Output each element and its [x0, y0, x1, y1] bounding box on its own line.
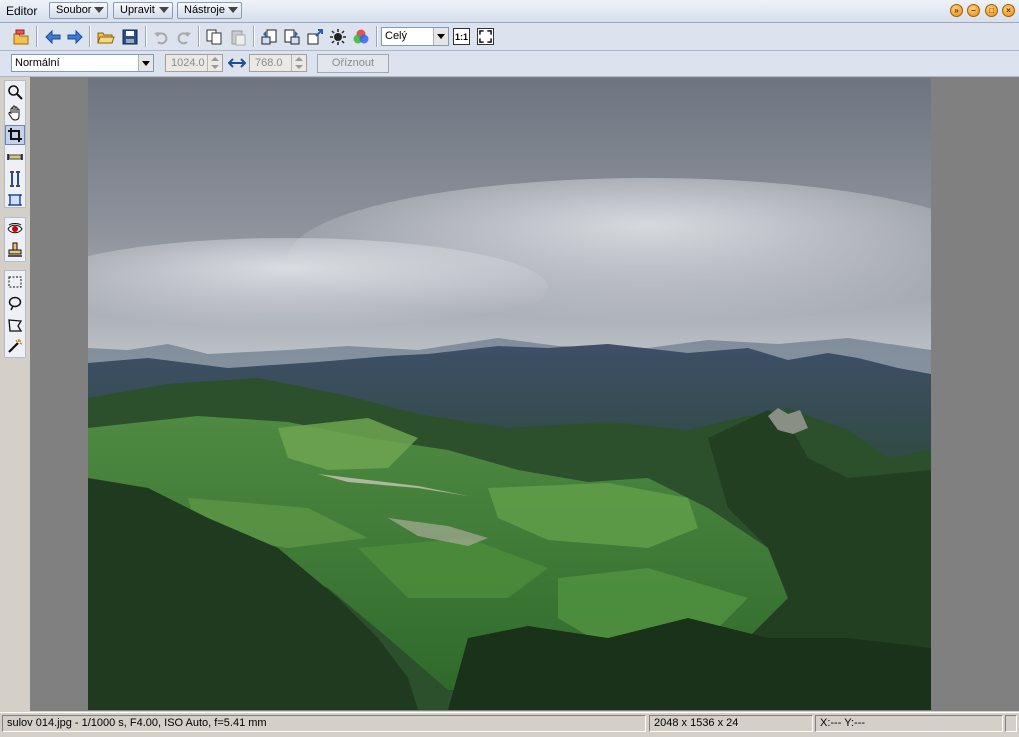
zoom-value: Celý — [385, 30, 408, 42]
undo-icon — [153, 31, 167, 44]
redo-button[interactable] — [173, 26, 194, 47]
image-canvas[interactable] — [30, 77, 1019, 711]
hand-icon — [8, 105, 20, 121]
previous-button[interactable] — [42, 26, 63, 47]
resize-icon — [307, 28, 323, 44]
arrow-left-icon — [44, 29, 60, 44]
image-dimensions: 2048 x 1536 x 24 — [649, 715, 813, 732]
menu-nastroje-label: Nástroje — [184, 4, 225, 16]
fullscreen-icon — [479, 30, 492, 43]
lasso-select-tool[interactable] — [6, 316, 24, 334]
title-bar: Editor Soubor Upravit Nástroje » – □ × — [0, 0, 1019, 23]
tool-group-selection — [4, 270, 26, 358]
menu-upravit-label: Upravit — [120, 4, 155, 16]
vertical-ruler-icon — [10, 171, 20, 187]
rotate-right-button[interactable] — [281, 26, 302, 47]
crop-button[interactable]: Oříznout — [317, 54, 389, 73]
open-folder-icon — [96, 32, 115, 43]
close-button[interactable]: × — [1002, 4, 1015, 17]
zoom-select[interactable]: Celý — [381, 27, 449, 46]
rotate-left-button[interactable] — [258, 26, 279, 47]
color-wheel-icon — [353, 29, 368, 43]
pan-tool[interactable] — [6, 104, 24, 122]
spin-arrows-icon[interactable] — [207, 55, 222, 71]
red-eye-tool[interactable] — [6, 220, 24, 238]
app-title: Editor — [6, 4, 38, 18]
save-button[interactable] — [119, 26, 140, 47]
resize-grip[interactable] — [1005, 715, 1017, 732]
collapse-button[interactable]: » — [950, 4, 963, 17]
arrow-right-icon — [67, 29, 83, 44]
width-height-link-icon[interactable] — [228, 56, 246, 70]
browse-folder-button[interactable] — [10, 26, 31, 47]
width-spinner[interactable]: 1024.0 — [165, 54, 223, 72]
menu-soubor[interactable]: Soubor — [49, 2, 108, 19]
brightness-button[interactable] — [327, 26, 348, 47]
copy-button[interactable] — [203, 26, 224, 47]
actual-size-label: 1:1 — [454, 31, 468, 42]
chevron-down-icon — [159, 7, 169, 13]
magic-wand-tool[interactable] — [6, 337, 24, 355]
paste-button[interactable] — [227, 26, 248, 47]
paste-icon — [231, 30, 245, 45]
chevron-down-icon — [94, 7, 104, 13]
undo-button[interactable] — [150, 26, 171, 47]
fullscreen-button[interactable] — [477, 28, 494, 45]
height-value: 768.0 — [255, 57, 283, 69]
status-bar: sulov 014.jpg - 1/1000 s, F4.00, ISO Aut… — [0, 712, 1019, 737]
chevron-down-icon — [228, 7, 238, 13]
magic-wand-icon — [8, 339, 23, 353]
height-spinner[interactable]: 768.0 — [249, 54, 307, 72]
photo-image — [88, 78, 931, 710]
tool-palette — [0, 77, 30, 711]
restore-button[interactable]: □ — [985, 4, 998, 17]
magnifier-icon — [8, 85, 23, 100]
horizontal-measure-tool[interactable] — [6, 148, 24, 166]
menu-soubor-label: Soubor — [56, 4, 92, 16]
menu-nastroje[interactable]: Nástroje — [177, 2, 242, 19]
ellipse-select-tool[interactable] — [6, 294, 24, 312]
zoom-tool[interactable] — [6, 83, 24, 101]
copy-icon — [206, 29, 221, 44]
stamp-icon — [8, 242, 22, 257]
ellipse-select-icon — [8, 296, 22, 311]
rect-select-tool[interactable] — [6, 273, 24, 291]
horizontal-ruler-icon — [7, 154, 23, 160]
tool-group-retouch — [4, 217, 26, 262]
chevron-down-icon — [433, 28, 448, 45]
crop-tool[interactable] — [5, 125, 25, 145]
frame-tool[interactable] — [6, 191, 24, 209]
cursor-coordinates: X:--- Y:--- — [815, 715, 1003, 732]
menu-upravit[interactable]: Upravit — [113, 2, 173, 19]
spin-arrows-icon[interactable] — [291, 55, 306, 71]
rotate-left-icon — [261, 29, 276, 44]
next-button[interactable] — [64, 26, 85, 47]
resize-button[interactable] — [304, 26, 325, 47]
frame-icon — [8, 194, 22, 206]
redo-icon — [177, 31, 191, 44]
rotate-right-icon — [284, 29, 299, 44]
options-bar: Normální 1024.0 768.0 Oříznout — [0, 51, 1019, 77]
eye-icon — [7, 223, 23, 234]
mode-select[interactable]: Normální — [11, 54, 154, 72]
clone-stamp-tool[interactable] — [6, 241, 24, 259]
crop-icon — [8, 128, 22, 142]
lasso-icon — [8, 319, 23, 332]
vertical-measure-tool[interactable] — [6, 170, 24, 188]
tool-group-view — [4, 80, 26, 208]
actual-size-button[interactable]: 1:1 — [453, 28, 470, 45]
mode-value: Normální — [15, 57, 60, 69]
landscape-photo[interactable] — [88, 78, 931, 710]
chevron-down-icon — [138, 55, 153, 71]
color-adjust-button[interactable] — [350, 26, 371, 47]
save-disk-icon — [122, 29, 137, 44]
rect-select-icon — [8, 276, 22, 288]
sun-icon — [329, 28, 346, 45]
folder-browse-icon — [13, 29, 28, 44]
open-button[interactable] — [95, 26, 116, 47]
file-info: sulov 014.jpg - 1/1000 s, F4.00, ISO Aut… — [2, 715, 646, 732]
main-toolbar: Celý 1:1 — [0, 23, 1019, 51]
width-value: 1024.0 — [171, 57, 205, 69]
minimize-button[interactable]: – — [967, 4, 980, 17]
